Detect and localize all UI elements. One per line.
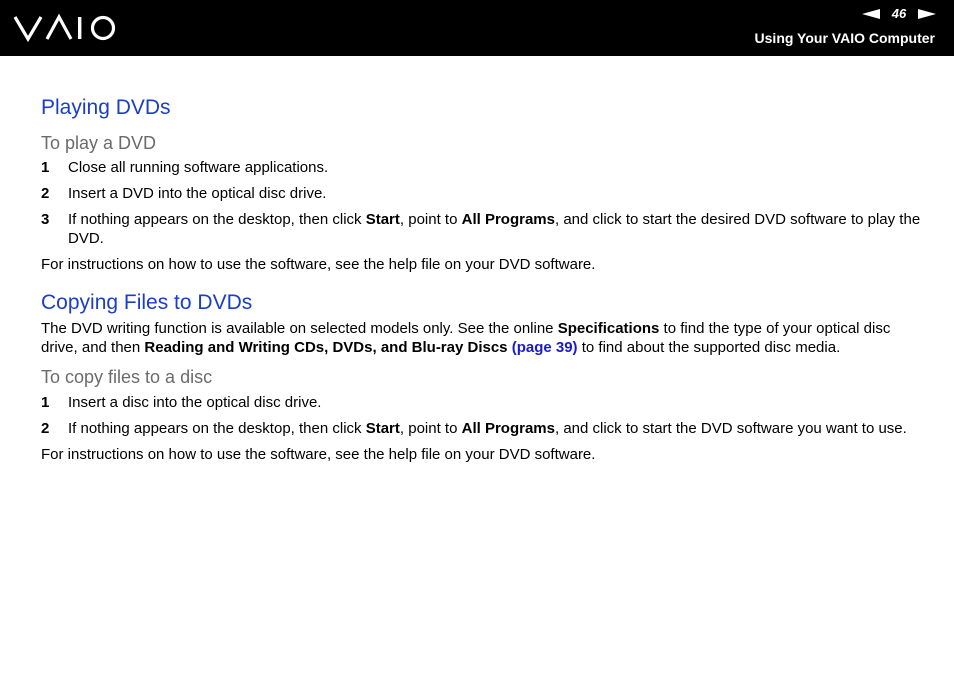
section-title: Using Your VAIO Computer (754, 30, 935, 46)
step-text: If nothing appears on the desktop, then … (68, 420, 366, 437)
page-navigation: 46 (862, 6, 936, 21)
vaio-logo (13, 13, 116, 43)
step-text: Insert a DVD into the optical disc drive… (68, 185, 327, 202)
heading-playing-dvds: Playing DVDs (41, 96, 171, 119)
heading-copying-files: Copying Files to DVDs (41, 291, 253, 314)
subheading-copy-files: To copy files to a disc (41, 367, 213, 387)
play-dvd-note: For instructions on how to use the softw… (41, 256, 596, 273)
list-item: 2 Insert a DVD into the optical disc dri… (41, 184, 921, 203)
subheading-play-dvd: To play a DVD (41, 133, 157, 153)
step-number: 2 (41, 420, 50, 437)
step-number: 3 (41, 211, 50, 228)
copy-files-steps: 1 Insert a disc into the optical disc dr… (41, 393, 921, 438)
step-text: Close all running software applications. (68, 159, 329, 176)
page-number: 46 (891, 6, 907, 21)
list-item: 3 If nothing appears on the desktop, the… (41, 210, 921, 248)
step-text: Insert a disc into the optical disc driv… (68, 394, 322, 411)
page-39-link[interactable]: (page 39) (512, 339, 578, 356)
step-text: , and click to start the DVD software yo… (554, 420, 907, 437)
step-text: , point to (399, 420, 462, 437)
specifications-label: Specifications (557, 320, 660, 337)
all-programs-label: All Programs (461, 211, 555, 228)
start-label: Start (365, 211, 400, 228)
copy-files-note: For instructions on how to use the softw… (41, 446, 596, 463)
copying-intro: The DVD writing function is available on… (41, 319, 921, 357)
previous-page-icon[interactable] (862, 8, 880, 19)
step-text: If nothing appears on the desktop, then … (68, 211, 366, 228)
play-dvd-steps: 1 Close all running software application… (41, 158, 921, 248)
step-text: , point to (399, 211, 462, 228)
reading-writing-label: Reading and Writing CDs, DVDs, and Blu-r… (144, 339, 508, 356)
next-page-icon[interactable] (918, 8, 936, 19)
step-number: 1 (41, 394, 50, 411)
page-header: 46 Using Your VAIO Computer (0, 0, 954, 56)
list-item: 2 If nothing appears on the desktop, the… (41, 419, 921, 438)
intro-text: The DVD writing function is available on… (41, 320, 558, 337)
all-programs-label: All Programs (461, 420, 555, 437)
intro-text: to find about the supported disc media. (577, 339, 841, 356)
list-item: 1 Close all running software application… (41, 158, 921, 177)
start-label: Start (365, 420, 400, 437)
list-item: 1 Insert a disc into the optical disc dr… (41, 393, 921, 412)
step-number: 1 (41, 159, 50, 176)
page-content: Playing DVDs To play a DVD 1 Close all r… (41, 94, 921, 464)
step-number: 2 (41, 185, 50, 202)
